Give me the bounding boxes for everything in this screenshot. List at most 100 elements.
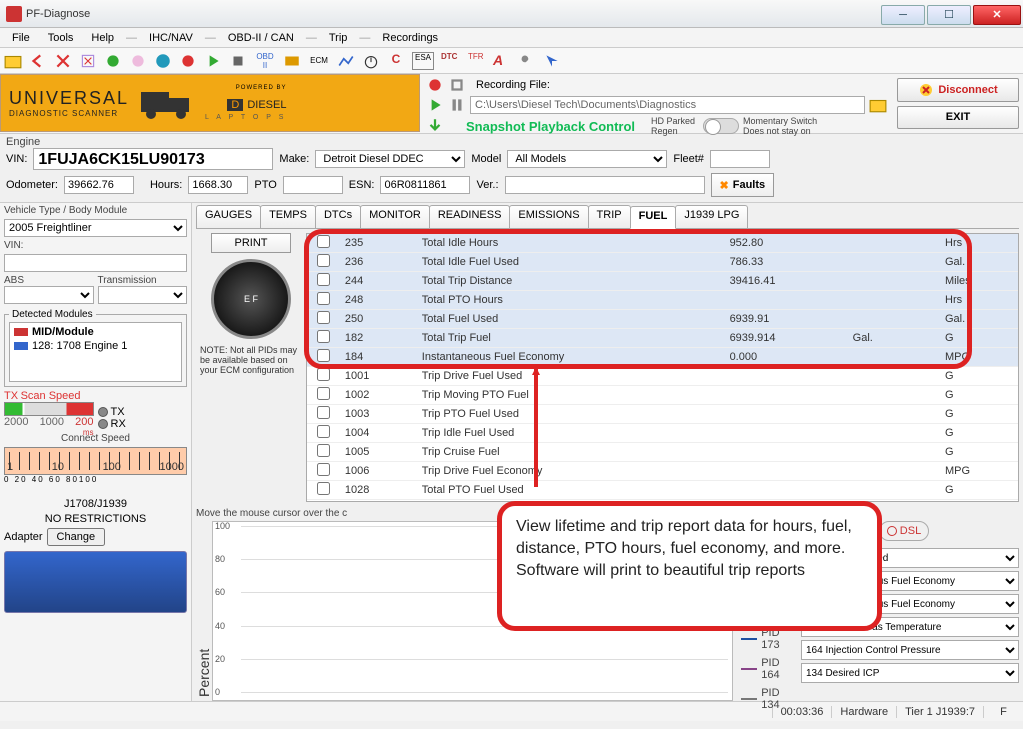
table-row[interactable]: 1006Trip Drive Fuel EconomyMPG xyxy=(307,462,1018,481)
menu-recordings[interactable]: Recordings xyxy=(374,30,446,46)
menu-bar: File Tools Help — IHC/NAV — OBD-II / CAN… xyxy=(0,28,1023,48)
vehicle-select[interactable]: 2005 Freightliner xyxy=(4,219,187,237)
menu-trip[interactable]: Trip xyxy=(321,30,356,46)
left-vin-input[interactable] xyxy=(4,254,187,272)
table-row[interactable]: 1028Total PTO Fuel UsedG xyxy=(307,481,1018,500)
tool-green-icon[interactable] xyxy=(104,52,122,70)
tool-hd-icon[interactable] xyxy=(283,52,301,70)
close-button[interactable] xyxy=(973,5,1021,25)
status-bar: 00:03:36 Hardware Tier 1 J1939:7 F xyxy=(0,701,1023,721)
disconnect-button[interactable]: Disconnect xyxy=(897,78,1019,102)
tool-tfr-icon[interactable]: TFR xyxy=(468,52,486,70)
tool-wrench-icon[interactable] xyxy=(518,52,536,70)
tool-x-icon[interactable] xyxy=(54,52,72,70)
pid-select-6[interactable]: 134 Desired ICP xyxy=(801,663,1019,683)
tool-c-icon[interactable]: C xyxy=(387,52,405,70)
fleet-input[interactable] xyxy=(710,150,770,168)
pid-note: NOTE: Not all PIDs may be available base… xyxy=(196,345,306,375)
folder-open-icon[interactable] xyxy=(869,96,887,114)
exit-button[interactable]: EXIT xyxy=(897,106,1019,130)
menu-tools[interactable]: Tools xyxy=(40,30,82,46)
odometer-value xyxy=(64,176,134,194)
menu-file[interactable]: File xyxy=(4,30,38,46)
tool-obd-icon[interactable]: OBDII xyxy=(254,52,276,70)
model-select[interactable]: All Models xyxy=(507,150,667,168)
esn-value xyxy=(380,176,470,194)
tool-gauge-icon[interactable] xyxy=(154,52,172,70)
table-row[interactable]: 1003Trip PTO Fuel UsedG xyxy=(307,405,1018,424)
table-row[interactable]: 248Total PTO HoursHrs xyxy=(307,291,1018,310)
tab-monitor[interactable]: MONITOR xyxy=(360,205,430,228)
table-row[interactable]: 1002Trip Moving PTO FuelG xyxy=(307,386,1018,405)
print-button[interactable]: PRINT xyxy=(211,233,291,253)
menu-ihcnav[interactable]: IHC/NAV xyxy=(141,30,201,46)
tool-pink-icon[interactable] xyxy=(129,52,147,70)
minimize-button[interactable] xyxy=(881,5,925,25)
menu-obd[interactable]: OBD-II / CAN xyxy=(220,30,302,46)
hd-parked-toggle[interactable] xyxy=(703,118,739,134)
dsl-toggle[interactable]: DSL xyxy=(879,521,929,541)
table-row[interactable]: 236Total Idle Fuel Used786.33Gal. xyxy=(307,253,1018,272)
rec-play-icon[interactable] xyxy=(426,96,444,114)
table-row[interactable]: 235Total Idle Hours952.80Hrs xyxy=(307,234,1018,253)
tool-play-icon[interactable] xyxy=(204,52,222,70)
change-adapter-button[interactable]: Change xyxy=(47,528,106,546)
disconnect-icon xyxy=(918,82,938,98)
fuel-data-grid[interactable]: 235Total Idle Hours952.80Hrs236Total Idl… xyxy=(306,233,1019,502)
tab-trip[interactable]: TRIP xyxy=(588,205,631,228)
table-row[interactable]: 1004Trip Idle Fuel UsedG xyxy=(307,424,1018,443)
tab-j1939lpg[interactable]: J1939 LPG xyxy=(675,205,748,228)
pto-label: PTO xyxy=(254,179,276,191)
table-row[interactable]: 244Total Trip Distance39416.41Miles xyxy=(307,272,1018,291)
tool-folder-icon[interactable] xyxy=(4,52,22,70)
make-select[interactable]: Detroit Diesel DDEC xyxy=(315,150,465,168)
menu-sep: — xyxy=(304,32,319,44)
connect-speed-label: Connect Speed xyxy=(4,433,187,444)
window-title: PF-Diagnose xyxy=(26,8,881,20)
abs-select[interactable] xyxy=(4,286,94,304)
vin-label: VIN: xyxy=(6,153,27,165)
tool-stop-icon[interactable] xyxy=(229,52,247,70)
tool-nav-icon[interactable] xyxy=(543,52,561,70)
left-abs-label: ABS xyxy=(4,275,94,286)
pid-select-5[interactable]: 164 Injection Control Pressure xyxy=(801,640,1019,660)
trans-select[interactable] xyxy=(98,286,188,304)
tool-record-icon[interactable] xyxy=(179,52,197,70)
hours-value xyxy=(188,176,248,194)
momentary-label: Momentary Switch Does not stay on xyxy=(743,116,833,136)
detected-modules-label: Detected Modules xyxy=(9,309,96,320)
tab-dtcs[interactable]: DTCs xyxy=(315,205,361,228)
rec-pause-icon[interactable] xyxy=(448,96,466,114)
table-row[interactable]: 182Total Trip Fuel6939.914Gal.G xyxy=(307,329,1018,348)
tool-back-icon[interactable] xyxy=(29,52,47,70)
tool-dtc-icon[interactable]: DTC xyxy=(441,52,461,70)
tool-timer-icon[interactable] xyxy=(362,52,380,70)
table-row[interactable]: 1005Trip Cruise FuelG xyxy=(307,443,1018,462)
left-vin-label: VIN: xyxy=(4,240,187,251)
tab-fuel[interactable]: FUEL xyxy=(630,206,677,229)
menu-help[interactable]: Help xyxy=(83,30,122,46)
tab-emissions[interactable]: EMISSIONS xyxy=(509,205,588,228)
tool-clear-icon[interactable] xyxy=(79,52,97,70)
module-row[interactable]: 128: 1708 Engine 1 xyxy=(12,339,179,353)
recording-path-input[interactable] xyxy=(470,96,865,114)
rec-record-icon[interactable] xyxy=(426,76,444,94)
menu-sep: — xyxy=(203,32,218,44)
tab-gauges[interactable]: GAUGES xyxy=(196,205,261,228)
tool-a-icon[interactable]: A xyxy=(493,52,511,70)
adapter-image xyxy=(4,551,187,613)
tool-ecm-icon[interactable]: ECM xyxy=(308,52,330,70)
table-row[interactable]: 250Total Fuel Used 6939.91Gal. xyxy=(307,310,1018,329)
tool-esa-icon[interactable]: ESA xyxy=(412,52,434,70)
mid-header: MID/Module xyxy=(12,325,179,339)
download-icon[interactable] xyxy=(426,117,444,135)
protocol-label: J1708/J1939 xyxy=(4,498,187,510)
tab-temps[interactable]: TEMPS xyxy=(260,205,316,228)
rec-stop-icon[interactable] xyxy=(448,76,466,94)
tool-chart-icon[interactable] xyxy=(337,52,355,70)
maximize-button[interactable] xyxy=(927,5,971,25)
tab-readiness[interactable]: READINESS xyxy=(429,205,511,228)
table-row[interactable]: 1001Trip Drive Fuel UsedG xyxy=(307,367,1018,386)
table-row[interactable]: 184Instantaneous Fuel Economy0.000MPG xyxy=(307,348,1018,367)
faults-button[interactable]: ✖Faults xyxy=(711,173,775,197)
